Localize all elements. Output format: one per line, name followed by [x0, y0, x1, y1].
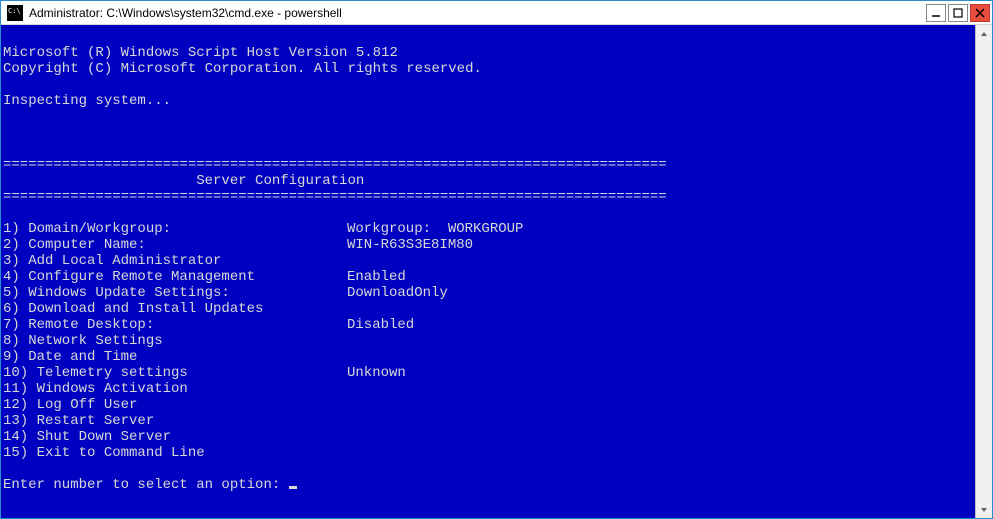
menu-item-value [347, 429, 975, 445]
cmd-icon [7, 5, 23, 21]
inspecting-line: Inspecting system... [3, 93, 171, 109]
menu-item-value [347, 445, 975, 461]
divider-bottom: ========================================… [3, 189, 667, 205]
menu-item-value [347, 301, 975, 317]
menu-item-label: 5) Windows Update Settings: [3, 285, 347, 301]
menu-item-value [347, 253, 975, 269]
input-prompt: Enter number to select an option: [3, 477, 289, 493]
window-title: Administrator: C:\Windows\system32\cmd.e… [27, 6, 926, 20]
menu-row: 11) Windows Activation [3, 381, 975, 397]
menu-item-value [347, 381, 975, 397]
menu-item-value: DownloadOnly [347, 285, 975, 301]
menu-item-value [347, 397, 975, 413]
menu-item-label: 1) Domain/Workgroup: [3, 221, 347, 237]
menu-list: 1) Domain/Workgroup:Workgroup: WORKGROUP… [3, 221, 975, 461]
menu-row: 5) Windows Update Settings:DownloadOnly [3, 285, 975, 301]
menu-row: 9) Date and Time [3, 349, 975, 365]
copyright-line: Copyright (C) Microsoft Corporation. All… [3, 61, 482, 77]
menu-item-label: 2) Computer Name: [3, 237, 347, 253]
menu-item-value: Unknown [347, 365, 975, 381]
minimize-button[interactable] [926, 4, 946, 22]
menu-row: 14) Shut Down Server [3, 429, 975, 445]
menu-item-label: 3) Add Local Administrator [3, 253, 347, 269]
close-button[interactable] [970, 4, 990, 22]
menu-item-label: 13) Restart Server [3, 413, 347, 429]
menu-item-value: Enabled [347, 269, 975, 285]
menu-item-label: 6) Download and Install Updates [3, 301, 347, 317]
menu-item-label: 9) Date and Time [3, 349, 347, 365]
scroll-down-arrow[interactable] [976, 501, 992, 518]
titlebar[interactable]: Administrator: C:\Windows\system32\cmd.e… [1, 1, 992, 25]
window-controls [926, 4, 990, 22]
menu-row: 7) Remote Desktop:Disabled [3, 317, 975, 333]
scroll-up-arrow[interactable] [976, 25, 992, 42]
menu-item-value: Disabled [347, 317, 975, 333]
menu-item-value [347, 413, 975, 429]
menu-row: 4) Configure Remote ManagementEnabled [3, 269, 975, 285]
config-title: Server Configuration [3, 173, 364, 189]
menu-row: 6) Download and Install Updates [3, 301, 975, 317]
menu-item-value: Workgroup: WORKGROUP [347, 221, 975, 237]
scroll-track[interactable] [976, 42, 992, 501]
menu-row: 3) Add Local Administrator [3, 253, 975, 269]
vertical-scrollbar[interactable] [975, 25, 992, 518]
divider-top: ========================================… [3, 157, 667, 173]
menu-item-value [347, 349, 975, 365]
menu-item-label: 12) Log Off User [3, 397, 347, 413]
menu-row: 12) Log Off User [3, 397, 975, 413]
menu-item-label: 11) Windows Activation [3, 381, 347, 397]
console-output[interactable]: Microsoft (R) Windows Script Host Versio… [1, 25, 975, 518]
menu-item-label: 14) Shut Down Server [3, 429, 347, 445]
maximize-button[interactable] [948, 4, 968, 22]
menu-row: 2) Computer Name:WIN-R63S3E8IM80 [3, 237, 975, 253]
menu-row: 10) Telemetry settingsUnknown [3, 365, 975, 381]
menu-item-value: WIN-R63S3E8IM80 [347, 237, 975, 253]
text-cursor [289, 486, 297, 489]
menu-item-label: 7) Remote Desktop: [3, 317, 347, 333]
menu-row: 13) Restart Server [3, 413, 975, 429]
menu-row: 15) Exit to Command Line [3, 445, 975, 461]
menu-item-label: 8) Network Settings [3, 333, 347, 349]
menu-item-value [347, 333, 975, 349]
menu-row: 8) Network Settings [3, 333, 975, 349]
menu-item-label: 4) Configure Remote Management [3, 269, 347, 285]
command-window: Administrator: C:\Windows\system32\cmd.e… [0, 0, 993, 519]
console-body: Microsoft (R) Windows Script Host Versio… [1, 25, 992, 518]
menu-row: 1) Domain/Workgroup:Workgroup: WORKGROUP [3, 221, 975, 237]
menu-item-label: 10) Telemetry settings [3, 365, 347, 381]
script-host-line: Microsoft (R) Windows Script Host Versio… [3, 45, 398, 61]
menu-item-label: 15) Exit to Command Line [3, 445, 347, 461]
